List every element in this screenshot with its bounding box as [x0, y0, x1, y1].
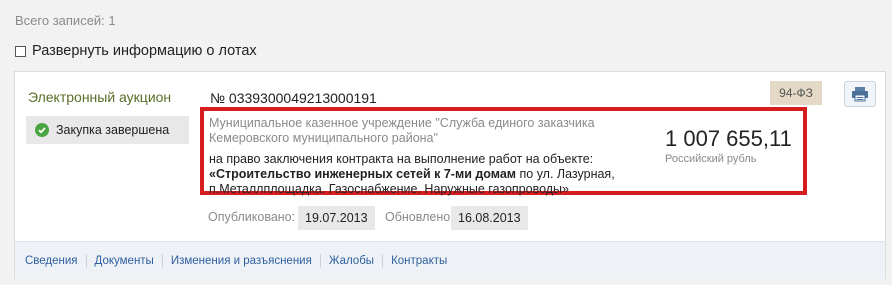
published-date: 19.07.2013 [298, 206, 375, 230]
law-badge: 94-ФЗ [770, 81, 822, 105]
customer-name[interactable]: Муниципальное казенное учреждение "Служб… [209, 116, 629, 146]
tab-changes[interactable]: Изменения и разъяснения [163, 253, 321, 268]
records-count: Всего записей: 1 [15, 13, 116, 28]
description-intro: на право заключения контракта на выполне… [209, 152, 594, 166]
tab-contracts[interactable]: Контракты [383, 254, 455, 268]
published-label: Опубликовано: [208, 210, 296, 224]
printer-icon [852, 87, 868, 102]
contract-price: 1 007 655,11 [665, 126, 792, 151]
check-circle-icon [35, 123, 49, 137]
status-badge: Закупка завершена [26, 116, 189, 144]
purchase-card: Электронный аукцион Закупка завершена № … [14, 71, 886, 279]
tab-complaints[interactable]: Жалобы [321, 253, 384, 268]
expand-lots-checkbox-row[interactable]: Развернуть информацию о лотах [15, 43, 257, 59]
tab-info[interactable]: Сведения [15, 253, 87, 268]
status-label: Закупка завершена [56, 123, 170, 137]
description-bold: «Строительство инженерных сетей к 7-ми д… [209, 167, 517, 181]
updated-date: 16.08.2013 [451, 206, 528, 230]
procedure-type: Электронный аукцион [28, 89, 172, 105]
print-button[interactable] [844, 81, 876, 107]
expand-lots-label[interactable]: Развернуть информацию о лотах [32, 43, 257, 59]
expand-lots-checkbox[interactable] [15, 45, 26, 57]
purchase-description[interactable]: на право заключения контракта на выполне… [209, 152, 639, 197]
registration-number[interactable]: № 0339300049213000191 [210, 90, 377, 106]
card-tabs: Сведения Документы Изменения и разъяснен… [15, 241, 885, 279]
tab-documents[interactable]: Документы [87, 253, 163, 268]
updated-label: Обновлено: [385, 210, 454, 224]
currency-label: Российский рубль [665, 153, 757, 165]
